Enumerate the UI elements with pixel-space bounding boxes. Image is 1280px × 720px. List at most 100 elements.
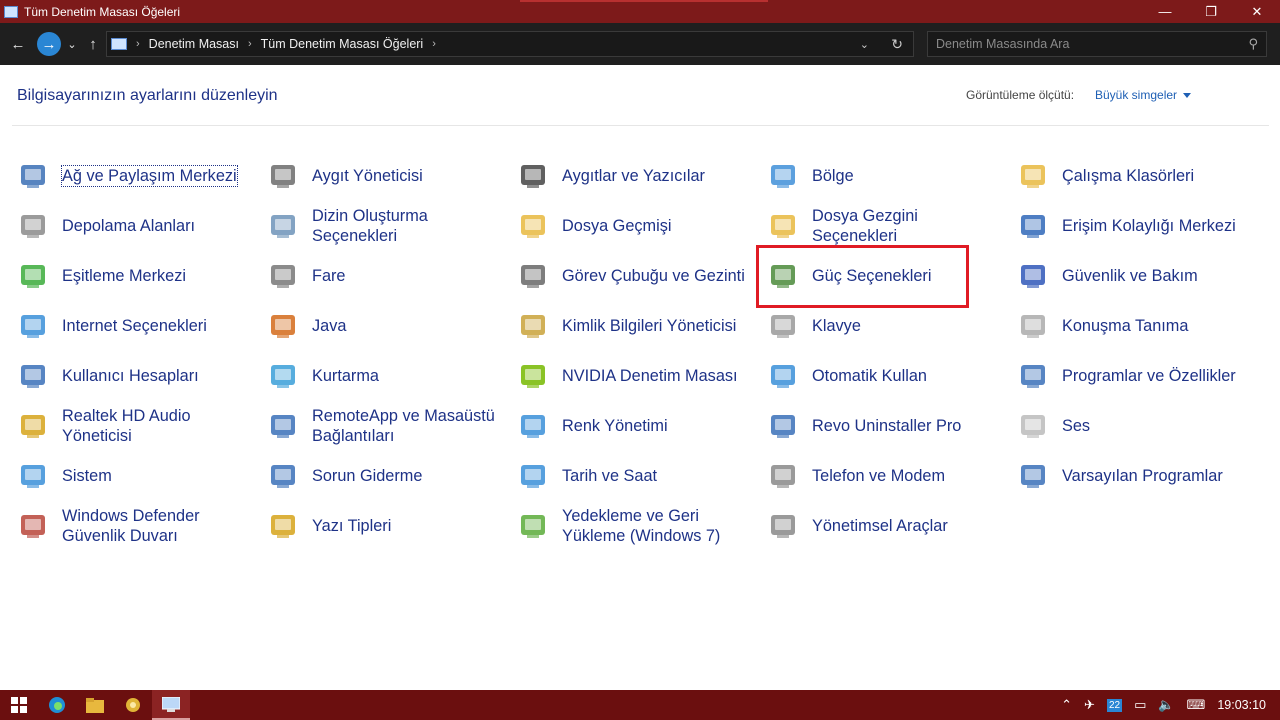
control-panel-item-label[interactable]: Tarih ve Saat	[562, 466, 657, 486]
control-panel-item-label[interactable]: Klavye	[812, 316, 861, 336]
chevron-down-icon[interactable]: ⌄	[860, 38, 869, 51]
control-panel-item[interactable]: Otomatik Kullan	[765, 351, 927, 401]
control-panel-item-label[interactable]: Konuşma Tanıma	[1062, 316, 1188, 336]
chrome-taskbar-button[interactable]	[114, 690, 152, 720]
control-panel-item-label[interactable]: Dosya Geçmişi	[562, 216, 671, 236]
close-button[interactable]: ✕	[1234, 0, 1280, 23]
control-panel-item[interactable]: Klavye	[765, 301, 861, 351]
breadcrumb-control-panel[interactable]: Denetim Masası	[149, 37, 239, 51]
control-panel-item-label[interactable]: Erişim Kolaylığı Merkezi	[1062, 216, 1236, 236]
control-panel-item-label[interactable]: Bölge	[812, 166, 854, 186]
control-panel-item-label[interactable]: Depolama Alanları	[62, 216, 195, 236]
control-panel-item-label[interactable]: Yedekleme ve Geri Yükleme (Windows 7)	[562, 506, 752, 546]
control-panel-item-label[interactable]: Yönetimsel Araçlar	[812, 516, 948, 536]
control-panel-item[interactable]: Realtek HD Audio Yöneticisi	[15, 401, 252, 451]
control-panel-item[interactable]: NVIDIA Denetim Masası	[515, 351, 738, 401]
control-panel-item[interactable]: Telefon ve Modem	[765, 451, 945, 501]
search-icon[interactable]: ⚲	[1248, 36, 1258, 52]
control-panel-item[interactable]: Yedekleme ve Geri Yükleme (Windows 7)	[515, 501, 752, 551]
control-panel-item[interactable]: Görev Çubuğu ve Gezinti	[515, 251, 745, 301]
control-panel-item[interactable]: Eşitleme Merkezi	[15, 251, 186, 301]
chevron-right-icon[interactable]: ›	[432, 38, 436, 50]
control-panel-item-label[interactable]: Ağ ve Paylaşım Merkezi	[61, 165, 238, 187]
recent-locations-button[interactable]: ⌄	[65, 32, 79, 56]
control-panel-item-label[interactable]: Renk Yönetimi	[562, 416, 668, 436]
control-panel-item[interactable]: Bölge	[765, 151, 854, 201]
control-panel-item[interactable]: Yazı Tipleri	[265, 501, 391, 551]
address-bar[interactable]: › Denetim Masası › Tüm Denetim Masası Öğ…	[106, 31, 914, 57]
control-panel-item[interactable]: Windows Defender Güvenlik Duvarı	[15, 501, 252, 551]
control-panel-item[interactable]: Ses	[1015, 401, 1090, 451]
control-panel-item[interactable]: Varsayılan Programlar	[1015, 451, 1223, 501]
control-panel-item-label[interactable]: Otomatik Kullan	[812, 366, 927, 386]
view-by-value[interactable]: Büyük simgeler	[1095, 88, 1177, 102]
control-panel-item[interactable]: Tarih ve Saat	[515, 451, 657, 501]
control-panel-item[interactable]: Ağ ve Paylaşım Merkezi	[15, 151, 238, 201]
control-panel-item-label[interactable]: Yazı Tipleri	[312, 516, 391, 536]
control-panel-item[interactable]: Çalışma Klasörleri	[1015, 151, 1194, 201]
control-panel-item[interactable]: Aygıt Yöneticisi	[265, 151, 423, 201]
edge-taskbar-button[interactable]	[38, 690, 76, 720]
control-panel-item-label[interactable]: Telefon ve Modem	[812, 466, 945, 486]
control-panel-item-label[interactable]: Çalışma Klasörleri	[1062, 166, 1194, 186]
control-panel-item[interactable]: Revo Uninstaller Pro	[765, 401, 961, 451]
wifi-icon[interactable]: ✈	[1084, 697, 1095, 713]
control-panel-item[interactable]: Konuşma Tanıma	[1015, 301, 1188, 351]
refresh-icon[interactable]: ↻	[891, 36, 903, 53]
control-panel-item-label[interactable]: Fare	[312, 266, 345, 286]
file-explorer-taskbar-button[interactable]	[76, 690, 114, 720]
control-panel-item-label[interactable]: Kullanıcı Hesapları	[62, 366, 199, 386]
forward-button[interactable]: →	[37, 32, 61, 56]
chevron-up-icon[interactable]: ⌃	[1061, 697, 1072, 713]
control-panel-item[interactable]: Dosya Geçmişi	[515, 201, 671, 251]
control-panel-item[interactable]: Depolama Alanları	[15, 201, 195, 251]
control-panel-item-label[interactable]: Programlar ve Özellikler	[1062, 366, 1236, 386]
control-panel-item-label[interactable]: Güvenlik ve Bakım	[1062, 266, 1198, 286]
control-panel-item-label[interactable]: Dosya Gezgini Seçenekleri	[812, 206, 1002, 246]
control-panel-item[interactable]: RemoteApp ve Masaüstü Bağlantıları	[265, 401, 502, 451]
control-panel-item-label[interactable]: RemoteApp ve Masaüstü Bağlantıları	[312, 406, 502, 446]
volume-icon[interactable]: 🔈	[1158, 697, 1174, 713]
control-panel-item[interactable]: Kurtarma	[265, 351, 379, 401]
keyboard-icon[interactable]: ⌨	[1187, 697, 1206, 713]
tray-badge[interactable]: 22	[1106, 698, 1123, 712]
breadcrumb-all-items[interactable]: Tüm Denetim Masası Öğeleri	[261, 37, 424, 51]
control-panel-item[interactable]: Dizin Oluşturma Seçenekleri	[265, 201, 502, 251]
control-panel-item-label[interactable]: Aygıtlar ve Yazıcılar	[562, 166, 705, 186]
control-panel-item-label[interactable]: Java	[312, 316, 346, 336]
control-panel-item[interactable]: Internet Seçenekleri	[15, 301, 207, 351]
search-input[interactable]: Denetim Masasında Ara ⚲	[927, 31, 1267, 57]
restore-button[interactable]: ❐	[1188, 0, 1234, 23]
control-panel-item[interactable]: Renk Yönetimi	[515, 401, 668, 451]
control-panel-taskbar-button[interactable]	[152, 690, 190, 720]
up-button[interactable]: ↑	[83, 32, 103, 56]
control-panel-item-label[interactable]: Kimlik Bilgileri Yöneticisi	[562, 316, 736, 336]
control-panel-item-label[interactable]: Sistem	[62, 466, 112, 486]
control-panel-item[interactable]: Programlar ve Özellikler	[1015, 351, 1236, 401]
view-by-dropdown[interactable]: Büyük simgeler	[1095, 88, 1192, 102]
chevron-right-icon[interactable]: ›	[248, 38, 252, 50]
control-panel-item-label[interactable]: Dizin Oluşturma Seçenekleri	[312, 206, 502, 246]
back-button[interactable]: ←	[8, 32, 28, 56]
control-panel-item[interactable]: Fare	[265, 251, 345, 301]
control-panel-item-label[interactable]: Eşitleme Merkezi	[62, 266, 186, 286]
control-panel-item[interactable]: Java	[265, 301, 346, 351]
caret-down-icon[interactable]	[1183, 93, 1192, 99]
control-panel-item[interactable]: Güvenlik ve Bakım	[1015, 251, 1198, 301]
clock[interactable]: 19:03:10	[1217, 698, 1266, 712]
control-panel-item-label[interactable]: Windows Defender Güvenlik Duvarı	[62, 506, 252, 546]
control-panel-item[interactable]: Kimlik Bilgileri Yöneticisi	[515, 301, 736, 351]
control-panel-item[interactable]: Aygıtlar ve Yazıcılar	[515, 151, 705, 201]
control-panel-item-label[interactable]: Internet Seçenekleri	[62, 316, 207, 336]
control-panel-item-label[interactable]: Varsayılan Programlar	[1062, 466, 1223, 486]
control-panel-item-label[interactable]: Kurtarma	[312, 366, 379, 386]
control-panel-item[interactable]: Sorun Giderme	[265, 451, 422, 501]
control-panel-item-label[interactable]: Aygıt Yöneticisi	[312, 166, 423, 186]
control-panel-item-label[interactable]: Realtek HD Audio Yöneticisi	[62, 406, 252, 446]
control-panel-item-label[interactable]: Görev Çubuğu ve Gezinti	[562, 266, 745, 286]
control-panel-item-label[interactable]: Ses	[1062, 416, 1090, 436]
control-panel-item[interactable]: Kullanıcı Hesapları	[15, 351, 199, 401]
control-panel-item[interactable]: Sistem	[15, 451, 112, 501]
control-panel-item[interactable]: Yönetimsel Araçlar	[765, 501, 948, 551]
control-panel-item-label[interactable]: Revo Uninstaller Pro	[812, 416, 961, 436]
